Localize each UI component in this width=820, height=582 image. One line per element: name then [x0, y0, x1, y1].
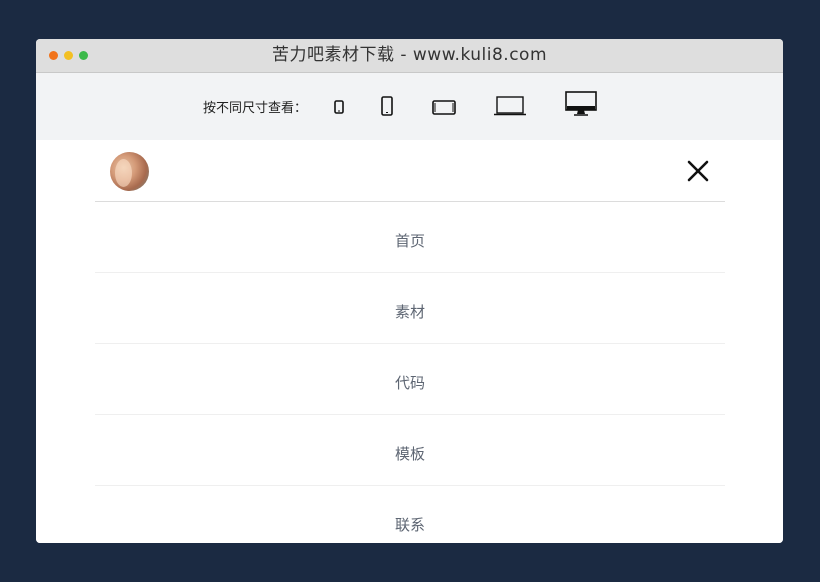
avatar[interactable]: [110, 152, 149, 191]
small-phone-icon[interactable]: [334, 100, 344, 114]
close-icon[interactable]: [685, 158, 711, 184]
phone-icon[interactable]: [381, 96, 393, 116]
device-size-label: 按不同尺寸查看：: [203, 101, 308, 116]
tablet-landscape-icon[interactable]: [432, 100, 456, 115]
device-size-toolbar: 按不同尺寸查看：: [36, 73, 783, 140]
menu-item-code[interactable]: 代码: [95, 344, 725, 415]
menu-item-contact[interactable]: 联系: [95, 486, 725, 543]
menu-item-home[interactable]: 首页: [95, 202, 725, 273]
title-bar: 苦力吧素材下载 - www.kuli8.com: [36, 39, 783, 73]
menu-item-templates[interactable]: 模板: [95, 415, 725, 486]
window-title: 苦力吧素材下载 - www.kuli8.com: [271, 45, 548, 65]
nav-menu: 首页 素材 代码 模板 联系: [95, 202, 725, 543]
laptop-icon[interactable]: [494, 96, 526, 116]
menu-item-materials[interactable]: 素材: [95, 273, 725, 344]
browser-window: 苦力吧素材下载 - www.kuli8.com 按不同尺寸查看： 首页 素材 代…: [36, 39, 783, 543]
mobile-menu-panel: 首页 素材 代码 模板 联系: [36, 140, 783, 543]
desktop-monitor-icon[interactable]: [565, 91, 597, 117]
